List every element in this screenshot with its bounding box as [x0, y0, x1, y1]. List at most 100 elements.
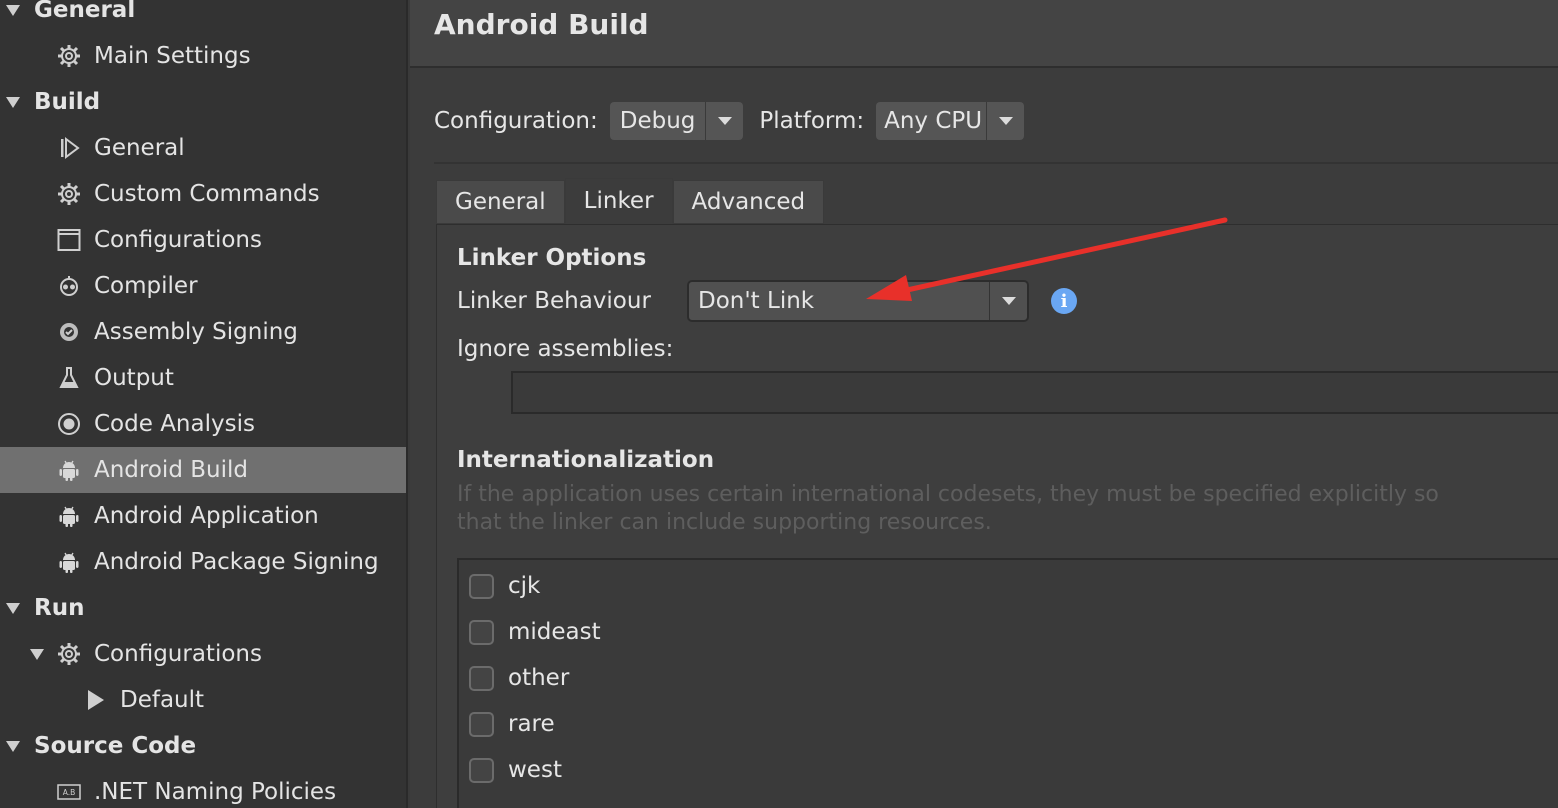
sidebar-item-label: Android Package Signing	[94, 549, 379, 575]
list-item[interactable]: other	[469, 658, 569, 698]
sidebar-item-build[interactable]: Build	[0, 79, 406, 125]
checkbox[interactable]	[469, 619, 494, 645]
sidebar-item-label: Source Code	[34, 733, 197, 759]
sidebar-item-general[interactable]: General	[0, 0, 406, 33]
chevron-down-icon[interactable]	[705, 102, 743, 140]
settings-sidebar: General Main Settings Build General Custom C…	[0, 0, 408, 808]
sidebar-item-label: Assembly Signing	[94, 319, 298, 345]
chevron-down-icon[interactable]	[989, 282, 1027, 320]
sidebar-item-custom-commands[interactable]: Custom Commands	[0, 171, 406, 217]
android-icon	[56, 457, 82, 483]
sidebar-item-source-code[interactable]: Source Code	[0, 723, 406, 769]
list-item[interactable]: west	[469, 750, 562, 790]
codeset-label: rare	[508, 711, 555, 737]
gear-icon	[56, 181, 82, 207]
sidebar-item-configurations[interactable]: Configurations	[0, 217, 406, 263]
codeset-label: cjk	[508, 573, 541, 599]
radio-icon	[56, 411, 82, 437]
sidebar-item-android-build[interactable]: Android Build	[0, 447, 406, 493]
ignore-assemblies-input[interactable]	[511, 371, 1558, 414]
sidebar-item-label: Custom Commands	[94, 181, 320, 207]
sidebar-item-label: Main Settings	[94, 43, 251, 69]
sidebar-item-label: Android Application	[94, 503, 319, 529]
sidebar-item-output[interactable]: Output	[0, 355, 406, 401]
platform-label: Platform:	[759, 108, 865, 134]
chevron-down-icon[interactable]	[986, 102, 1024, 140]
sidebar-item-general[interactable]: General	[0, 125, 406, 171]
tab-linker[interactable]: Linker	[564, 178, 673, 224]
internationalization-hint: If the application uses certain internat…	[457, 482, 1439, 535]
sidebar-item-configurations[interactable]: Configurations	[0, 631, 406, 677]
compiler-icon	[56, 273, 82, 299]
build-play-icon	[56, 135, 82, 161]
checkbox[interactable]	[469, 573, 494, 599]
sidebar-item-net-naming-policies[interactable]: A.B .NET Naming Policies	[0, 769, 406, 808]
android-icon	[56, 503, 82, 529]
play-icon	[82, 687, 108, 713]
sidebar-item-android-package-signing[interactable]: Android Package Signing	[0, 539, 406, 585]
sidebar-item-label: Code Analysis	[94, 411, 255, 437]
tab-general[interactable]: General	[436, 180, 565, 224]
list-item[interactable]: rare	[469, 704, 555, 744]
linker-options-heading: Linker Options	[457, 245, 647, 271]
naming-icon: A.B	[56, 779, 82, 805]
configuration-bar: Configuration: Debug Platform: Any CPU	[434, 100, 1025, 142]
configuration-label: Configuration:	[434, 108, 598, 134]
platform-value: Any CPU	[884, 108, 983, 134]
sidebar-item-android-application[interactable]: Android Application	[0, 493, 406, 539]
page-title: Android Build	[434, 8, 649, 41]
sidebar-item-default[interactable]: Default	[0, 677, 406, 723]
sidebar-item-label: Configurations	[94, 227, 262, 253]
sidebar-item-assembly-signing[interactable]: Assembly Signing	[0, 309, 406, 355]
sidebar-item-compiler[interactable]: Compiler	[0, 263, 406, 309]
sidebar-item-label: Run	[34, 595, 85, 621]
triangle-down-icon[interactable]	[6, 4, 20, 16]
checkbox[interactable]	[469, 665, 494, 691]
window-icon	[56, 227, 82, 253]
android-icon	[56, 549, 82, 575]
checkbox[interactable]	[469, 757, 494, 783]
ignore-assemblies-label: Ignore assemblies:	[457, 336, 674, 362]
gear-icon	[56, 641, 82, 667]
triangle-down-icon[interactable]	[6, 740, 20, 752]
list-item[interactable]: mideast	[469, 612, 601, 652]
seal-icon	[56, 319, 82, 345]
tab-bar: General Linker Advanced	[436, 178, 825, 224]
linker-tab-panel: Linker Options Linker Behaviour Don't Li…	[436, 224, 1558, 808]
svg-text:A.B: A.B	[63, 788, 76, 797]
tab-advanced[interactable]: Advanced	[672, 180, 825, 224]
triangle-down-icon[interactable]	[30, 648, 44, 660]
configuration-select[interactable]: Debug	[609, 102, 744, 140]
info-icon[interactable]: i	[1051, 288, 1077, 314]
sidebar-item-label: Default	[120, 687, 205, 713]
flask-icon	[56, 365, 82, 391]
platform-select[interactable]: Any CPU	[876, 102, 1025, 140]
triangle-down-icon[interactable]	[6, 96, 20, 108]
triangle-down-icon[interactable]	[6, 602, 20, 614]
sidebar-item-run[interactable]: Run	[0, 585, 406, 631]
codeset-label: mideast	[508, 619, 601, 645]
settings-panel: Android Build Configuration: Debug Platf…	[410, 0, 1558, 808]
checkbox[interactable]	[469, 711, 494, 737]
codeset-list: cjk mideast other rare west	[457, 558, 1558, 808]
gear-icon	[56, 43, 82, 69]
sidebar-item-label: Configurations	[94, 641, 262, 667]
sidebar-item-label: General	[94, 135, 185, 161]
configuration-value: Debug	[619, 108, 696, 134]
codeset-label: west	[508, 757, 562, 783]
codeset-label: other	[508, 665, 570, 691]
divider	[434, 162, 1558, 164]
sidebar-item-code-analysis[interactable]: Code Analysis	[0, 401, 406, 447]
linker-behaviour-value: Don't Link	[698, 288, 815, 314]
sidebar-item-label: Build	[34, 89, 101, 115]
sidebar-item-label: Android Build	[94, 457, 248, 483]
sidebar-item-main-settings[interactable]: Main Settings	[0, 33, 406, 79]
panel-header: Android Build	[410, 0, 1558, 68]
sidebar-item-label: Output	[94, 365, 174, 391]
linker-behaviour-label: Linker Behaviour	[457, 288, 651, 314]
linker-behaviour-select[interactable]: Don't Link	[687, 280, 1029, 322]
sidebar-item-label: .NET Naming Policies	[94, 779, 337, 805]
sidebar-item-label: Compiler	[94, 273, 198, 299]
internationalization-heading: Internationalization	[457, 447, 715, 473]
list-item[interactable]: cjk	[469, 566, 540, 606]
